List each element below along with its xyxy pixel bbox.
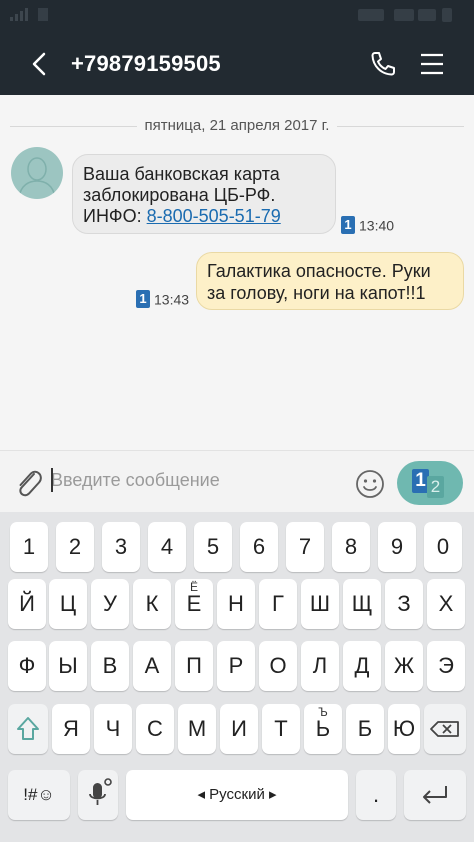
message-time: 13:40 — [359, 217, 395, 234]
letter-key[interactable]: Ш — [301, 579, 339, 629]
status-bar — [0, 0, 474, 30]
letter-key[interactable]: З — [385, 579, 423, 629]
compose-bar: 1 2 — [0, 450, 474, 512]
phone-number-link[interactable]: 8-800-505-51-79 — [147, 206, 281, 226]
key-0[interactable]: 0 — [424, 522, 462, 572]
phone-icon — [371, 52, 395, 76]
letter-key[interactable]: Э — [427, 641, 465, 691]
message-time: 13:43 — [154, 291, 190, 308]
shift-key[interactable] — [8, 704, 48, 754]
letter-key[interactable]: Й — [8, 579, 46, 629]
letter-key[interactable]: Х — [427, 579, 465, 629]
letter-key[interactable]: Ц — [49, 579, 87, 629]
status-icons — [296, 7, 466, 23]
backspace-icon — [430, 721, 459, 737]
letter-key[interactable]: Р — [217, 641, 255, 691]
letter-key[interactable]: Д — [343, 641, 381, 691]
send-button[interactable]: 1 2 — [397, 461, 463, 505]
message-input[interactable] — [51, 465, 341, 495]
message-meta: 1 13:43 — [136, 290, 190, 309]
voice-input-key[interactable] — [78, 770, 118, 820]
enter-icon — [423, 786, 447, 804]
paperclip-icon — [19, 470, 42, 497]
message-meta: 1 13:40 — [341, 216, 395, 235]
menu-button[interactable] — [418, 49, 446, 79]
key-4[interactable]: 4 — [148, 522, 186, 572]
letter-key[interactable]: Ч — [94, 704, 132, 754]
key-alt-label: Ъ — [318, 705, 328, 719]
key-6[interactable]: 6 — [240, 522, 278, 572]
letter-key[interactable]: Ю — [388, 704, 420, 754]
letter-key[interactable]: В — [91, 641, 129, 691]
sim-badge: 1 — [341, 216, 355, 235]
conversation-title: +79879159505 — [71, 51, 221, 76]
message-text-line: за голову, ноги на капот!!1 — [207, 283, 426, 303]
message-text-line: заблокирована ЦБ-РФ. — [83, 185, 276, 205]
letter-key[interactable]: У — [91, 579, 129, 629]
key-5[interactable]: 5 — [194, 522, 232, 572]
space-key[interactable]: ◂ Русский ▸ — [126, 770, 348, 820]
microphone-icon — [89, 778, 112, 805]
key-9[interactable]: 9 — [378, 522, 416, 572]
sim-badge: 1 — [136, 290, 150, 309]
text-cursor — [51, 468, 53, 492]
letter-key[interactable]: Ф — [8, 641, 46, 691]
letter-key[interactable]: Щ — [343, 579, 381, 629]
backspace-key[interactable] — [424, 704, 466, 754]
letter-key[interactable]: Б — [346, 704, 384, 754]
letter-key[interactable]: Я — [52, 704, 90, 754]
back-arrow-icon — [32, 52, 46, 76]
letter-key[interactable]: Г — [259, 579, 297, 629]
letter-key[interactable]: А — [133, 641, 171, 691]
letter-key[interactable]: Л — [301, 641, 339, 691]
message-text-line: Ваша банковская карта — [83, 164, 280, 184]
smiley-icon — [356, 470, 384, 498]
key-3[interactable]: 3 — [102, 522, 140, 572]
key-2[interactable]: 2 — [56, 522, 94, 572]
call-button[interactable] — [366, 47, 400, 81]
letter-key[interactable]: О — [259, 641, 297, 691]
letter-key[interactable]: К — [133, 579, 171, 629]
letter-key[interactable]: И — [220, 704, 258, 754]
letter-key[interactable]: Ъ Ь — [304, 704, 342, 754]
date-separator-text: пятница, 21 апреля 2017 г. — [136, 117, 338, 134]
date-separator: пятница, 21 апреля 2017 г. — [10, 116, 464, 136]
message-text-line: Галактика опасносте. Руки — [207, 261, 431, 281]
letter-key[interactable]: М — [178, 704, 216, 754]
message-text-line: ИНФО: — [83, 206, 147, 226]
letter-key[interactable]: Т — [262, 704, 300, 754]
attach-button[interactable] — [12, 465, 44, 499]
enter-key[interactable] — [404, 770, 466, 820]
incoming-message-bubble[interactable]: Ваша банковская карта заблокирована ЦБ-Р… — [72, 154, 336, 234]
sim-2-icon: 2 — [427, 476, 444, 498]
app-bar: +79879159505 — [0, 0, 474, 95]
letter-key[interactable]: Ы — [49, 641, 87, 691]
person-icon — [18, 157, 56, 198]
letter-key[interactable]: Н — [217, 579, 255, 629]
emoji-button[interactable] — [354, 468, 386, 500]
signal-icon — [10, 7, 70, 21]
back-button[interactable] — [24, 46, 58, 82]
menu-icon — [421, 53, 443, 75]
contact-avatar[interactable] — [11, 147, 63, 199]
letter-key[interactable]: П — [175, 641, 213, 691]
message-list[interactable]: пятница, 21 апреля 2017 г. Ваша банковск… — [0, 95, 474, 450]
key-1[interactable]: 1 — [10, 522, 48, 572]
keyboard: 1 2 3 4 5 6 7 8 9 0 Й Ц У К Ё Е Н Г Ш Щ … — [0, 512, 474, 842]
key-7[interactable]: 7 — [286, 522, 324, 572]
period-key[interactable]: . — [356, 770, 396, 820]
key-8[interactable]: 8 — [332, 522, 370, 572]
letter-key[interactable]: Ё Е — [175, 579, 213, 629]
letter-key[interactable]: С — [136, 704, 174, 754]
letter-key[interactable]: Ж — [385, 641, 423, 691]
shift-arrow-icon — [17, 717, 39, 740]
outgoing-message-bubble[interactable]: Галактика опасносте. Руки за голову, ног… — [196, 252, 464, 310]
key-alt-label: Ё — [189, 580, 198, 594]
symbols-key[interactable]: !#☺ — [8, 770, 70, 820]
